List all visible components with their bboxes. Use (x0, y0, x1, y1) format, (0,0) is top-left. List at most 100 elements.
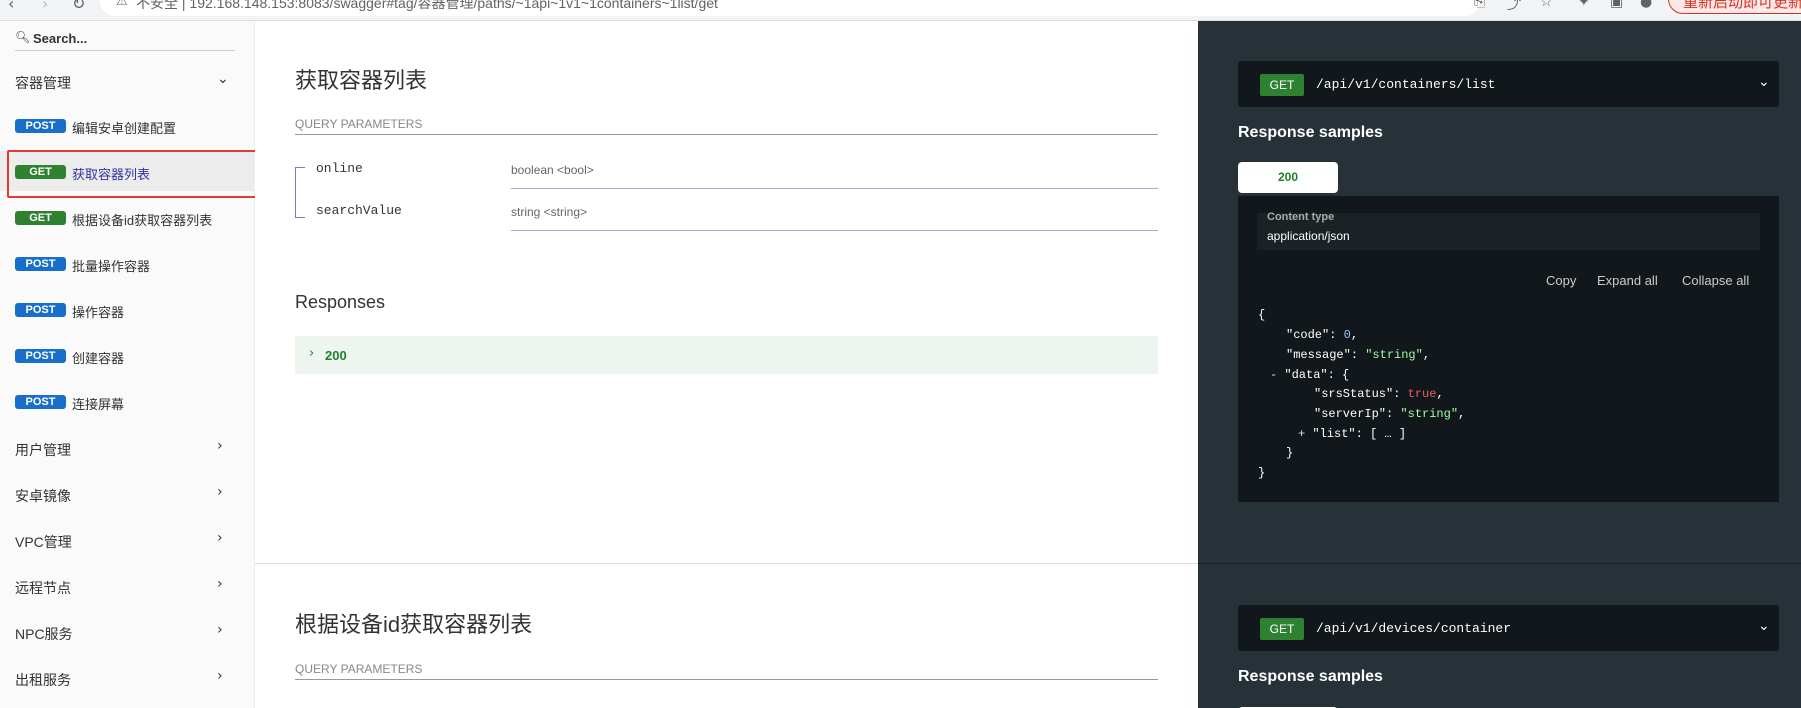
section-divider (255, 563, 1198, 564)
param-name-online: online (316, 161, 363, 176)
operation-title: 获取容器列表 (295, 68, 428, 93)
address-url[interactable]: 不安全 | 192.168.148.153:8083/swagger#tag/容… (136, 0, 718, 13)
right-panel: GET /api/v1/containers/list ⌄ Response s… (1198, 21, 1801, 708)
sidebar-group-remote-nodes[interactable]: 远程节点 › (0, 565, 254, 605)
endpoint-selector[interactable]: GET /api/v1/containers/list ⌄ (1238, 61, 1779, 107)
main-content: 获取容器列表 QUERY PARAMETERS online boolean <… (255, 21, 1198, 708)
endpoint-method: GET (1260, 618, 1304, 640)
expand-toggle[interactable]: + (1298, 427, 1305, 441)
endpoint-path: /api/v1/containers/list (1316, 77, 1496, 92)
sidebar-group-npc[interactable]: NPC服务 › (0, 611, 254, 651)
method-badge: POST (15, 349, 66, 363)
sidepanel-icon[interactable]: ▣ (1610, 0, 1623, 10)
browser-toolbar: ‹ › ↻ ⚠ 不安全 | 192.168.148.153:8083/swagg… (0, 0, 1801, 21)
method-badge: GET (15, 211, 66, 225)
json-line: } (1286, 446, 1294, 460)
chevron-right-icon: › (217, 438, 223, 454)
translate-icon[interactable]: ⎘ (1474, 0, 1485, 10)
copy-button[interactable]: Copy (1546, 273, 1576, 288)
sidebar-group-label: 容器管理 (15, 75, 71, 91)
sidebar-group-label: 安卓镜像 (15, 488, 71, 504)
response-samples-title: Response samples (1238, 668, 1383, 685)
query-parameters-label: QUERY PARAMETERS (295, 117, 1158, 135)
chevron-right-icon: › (217, 484, 223, 500)
json-line: "srsStatus": true, (1314, 387, 1444, 401)
sidebar-op-edit-android-config[interactable]: POST 编辑安卓创建配置 (0, 105, 254, 145)
restart-update-button[interactable]: 重新启动即可更新 (1668, 0, 1801, 14)
sidebar-op-batch-operate[interactable]: POST 批量操作容器 (0, 243, 254, 283)
sidebar-group-label: 用户管理 (15, 442, 71, 458)
json-line: { (1258, 308, 1266, 322)
sidebar-group-label: 出租服务 (15, 672, 71, 688)
sidebar-group-label: VPC管理 (15, 534, 72, 550)
sidebar-op-connect-screen[interactable]: POST 连接屏幕 (0, 381, 254, 421)
response-samples-title: Response samples (1238, 124, 1383, 141)
profile-avatar-icon[interactable]: ● (1640, 0, 1652, 10)
warning-icon: ⚠ (116, 0, 128, 8)
operation-title: 根据设备id获取容器列表 (295, 612, 533, 637)
search-box: 🔍︎ (15, 27, 235, 51)
param-tree-tick (295, 167, 305, 168)
sidebar-group-android-images[interactable]: 安卓镜像 › (0, 473, 254, 513)
sidebar-group-users[interactable]: 用户管理 › (0, 427, 254, 467)
back-icon[interactable]: ‹ (8, 0, 14, 13)
endpoint-selector[interactable]: GET /api/v1/devices/container ⌄ (1238, 605, 1779, 651)
sidebar-op-label: 操作容器 (72, 305, 125, 320)
param-tree-line (295, 167, 307, 217)
sidebar-op-label: 创建容器 (72, 351, 125, 366)
chevron-right-icon: › (217, 576, 223, 592)
json-line: + "list": [ … ] (1298, 427, 1407, 441)
content-type-value: application/json (1267, 229, 1350, 243)
search-icon: 🔍︎ (15, 30, 31, 44)
method-badge: POST (15, 395, 66, 409)
endpoint-method: GET (1260, 74, 1304, 96)
content-type-select[interactable]: Content type application/json (1257, 211, 1760, 250)
sidebar-op-get-containers-by-device[interactable]: GET 根据设备id获取容器列表 (0, 197, 254, 237)
sidebar-op-label: 根据设备id获取容器列表 (72, 213, 213, 228)
chevron-down-icon: ⌄ (217, 71, 229, 87)
sidebar-group-containers[interactable]: 容器管理 ⌄ (0, 60, 254, 100)
sidebar-group-vpc[interactable]: VPC管理 › (0, 519, 254, 559)
sidebar-op-label: 连接屏幕 (72, 397, 125, 412)
collapse-toggle[interactable]: - (1270, 368, 1277, 382)
param-type-searchvalue: string <string> (511, 205, 1158, 231)
highlight-box (7, 150, 265, 198)
chevron-right-icon: › (309, 346, 315, 361)
reload-icon[interactable]: ↻ (72, 0, 85, 13)
responses-heading: Responses (295, 292, 386, 312)
json-line: - "data": { (1270, 368, 1350, 382)
section-divider (1198, 563, 1801, 564)
extensions-icon[interactable]: ✦ (1578, 0, 1590, 10)
sidebar-op-label: 编辑安卓创建配置 (72, 121, 177, 136)
content-type-label: Content type (1267, 211, 1335, 223)
method-badge: POST (15, 119, 66, 133)
forward-icon[interactable]: › (42, 0, 48, 13)
chevron-right-icon: › (217, 668, 223, 684)
chevron-down-icon: ⌄ (1758, 618, 1770, 634)
sidebar: 🔍︎ 容器管理 ⌄ POST 编辑安卓创建配置 GET 获取容器列表 GET 根… (0, 21, 255, 708)
chevron-right-icon: › (217, 530, 223, 546)
chevron-right-icon: › (217, 622, 223, 638)
json-line: "message": "string", (1286, 348, 1431, 362)
search-input[interactable] (33, 27, 233, 49)
collapse-all-button[interactable]: Collapse all (1682, 273, 1749, 288)
tab-status-200[interactable]: 200 (1238, 162, 1338, 193)
expand-all-button[interactable]: Expand all (1597, 273, 1658, 288)
json-line: "serverIp": "string", (1314, 407, 1466, 421)
sidebar-group-label: 远程节点 (15, 580, 71, 596)
chevron-down-icon: ⌄ (1758, 74, 1770, 90)
sidebar-op-label: 批量操作容器 (72, 259, 151, 274)
query-parameters-label: QUERY PARAMETERS (295, 662, 1158, 680)
sidebar-op-operate-container[interactable]: POST 操作容器 (0, 289, 254, 329)
sidebar-op-create-container[interactable]: POST 创建容器 (0, 335, 254, 375)
endpoint-path: /api/v1/devices/container (1316, 621, 1512, 636)
param-name-searchvalue: searchValue (316, 203, 402, 218)
response-sample: Content type application/json Copy Expan… (1238, 196, 1779, 502)
response-200-row[interactable]: › 200 (295, 336, 1158, 374)
bookmark-icon[interactable]: ☆ (1540, 0, 1553, 10)
sidebar-group-rental[interactable]: 出租服务 › (0, 657, 254, 697)
share-icon[interactable]: ⤴ (1507, 0, 1521, 14)
method-badge: POST (15, 257, 66, 271)
param-tree-tick (295, 217, 305, 218)
json-line: "code": 0, (1286, 328, 1359, 342)
